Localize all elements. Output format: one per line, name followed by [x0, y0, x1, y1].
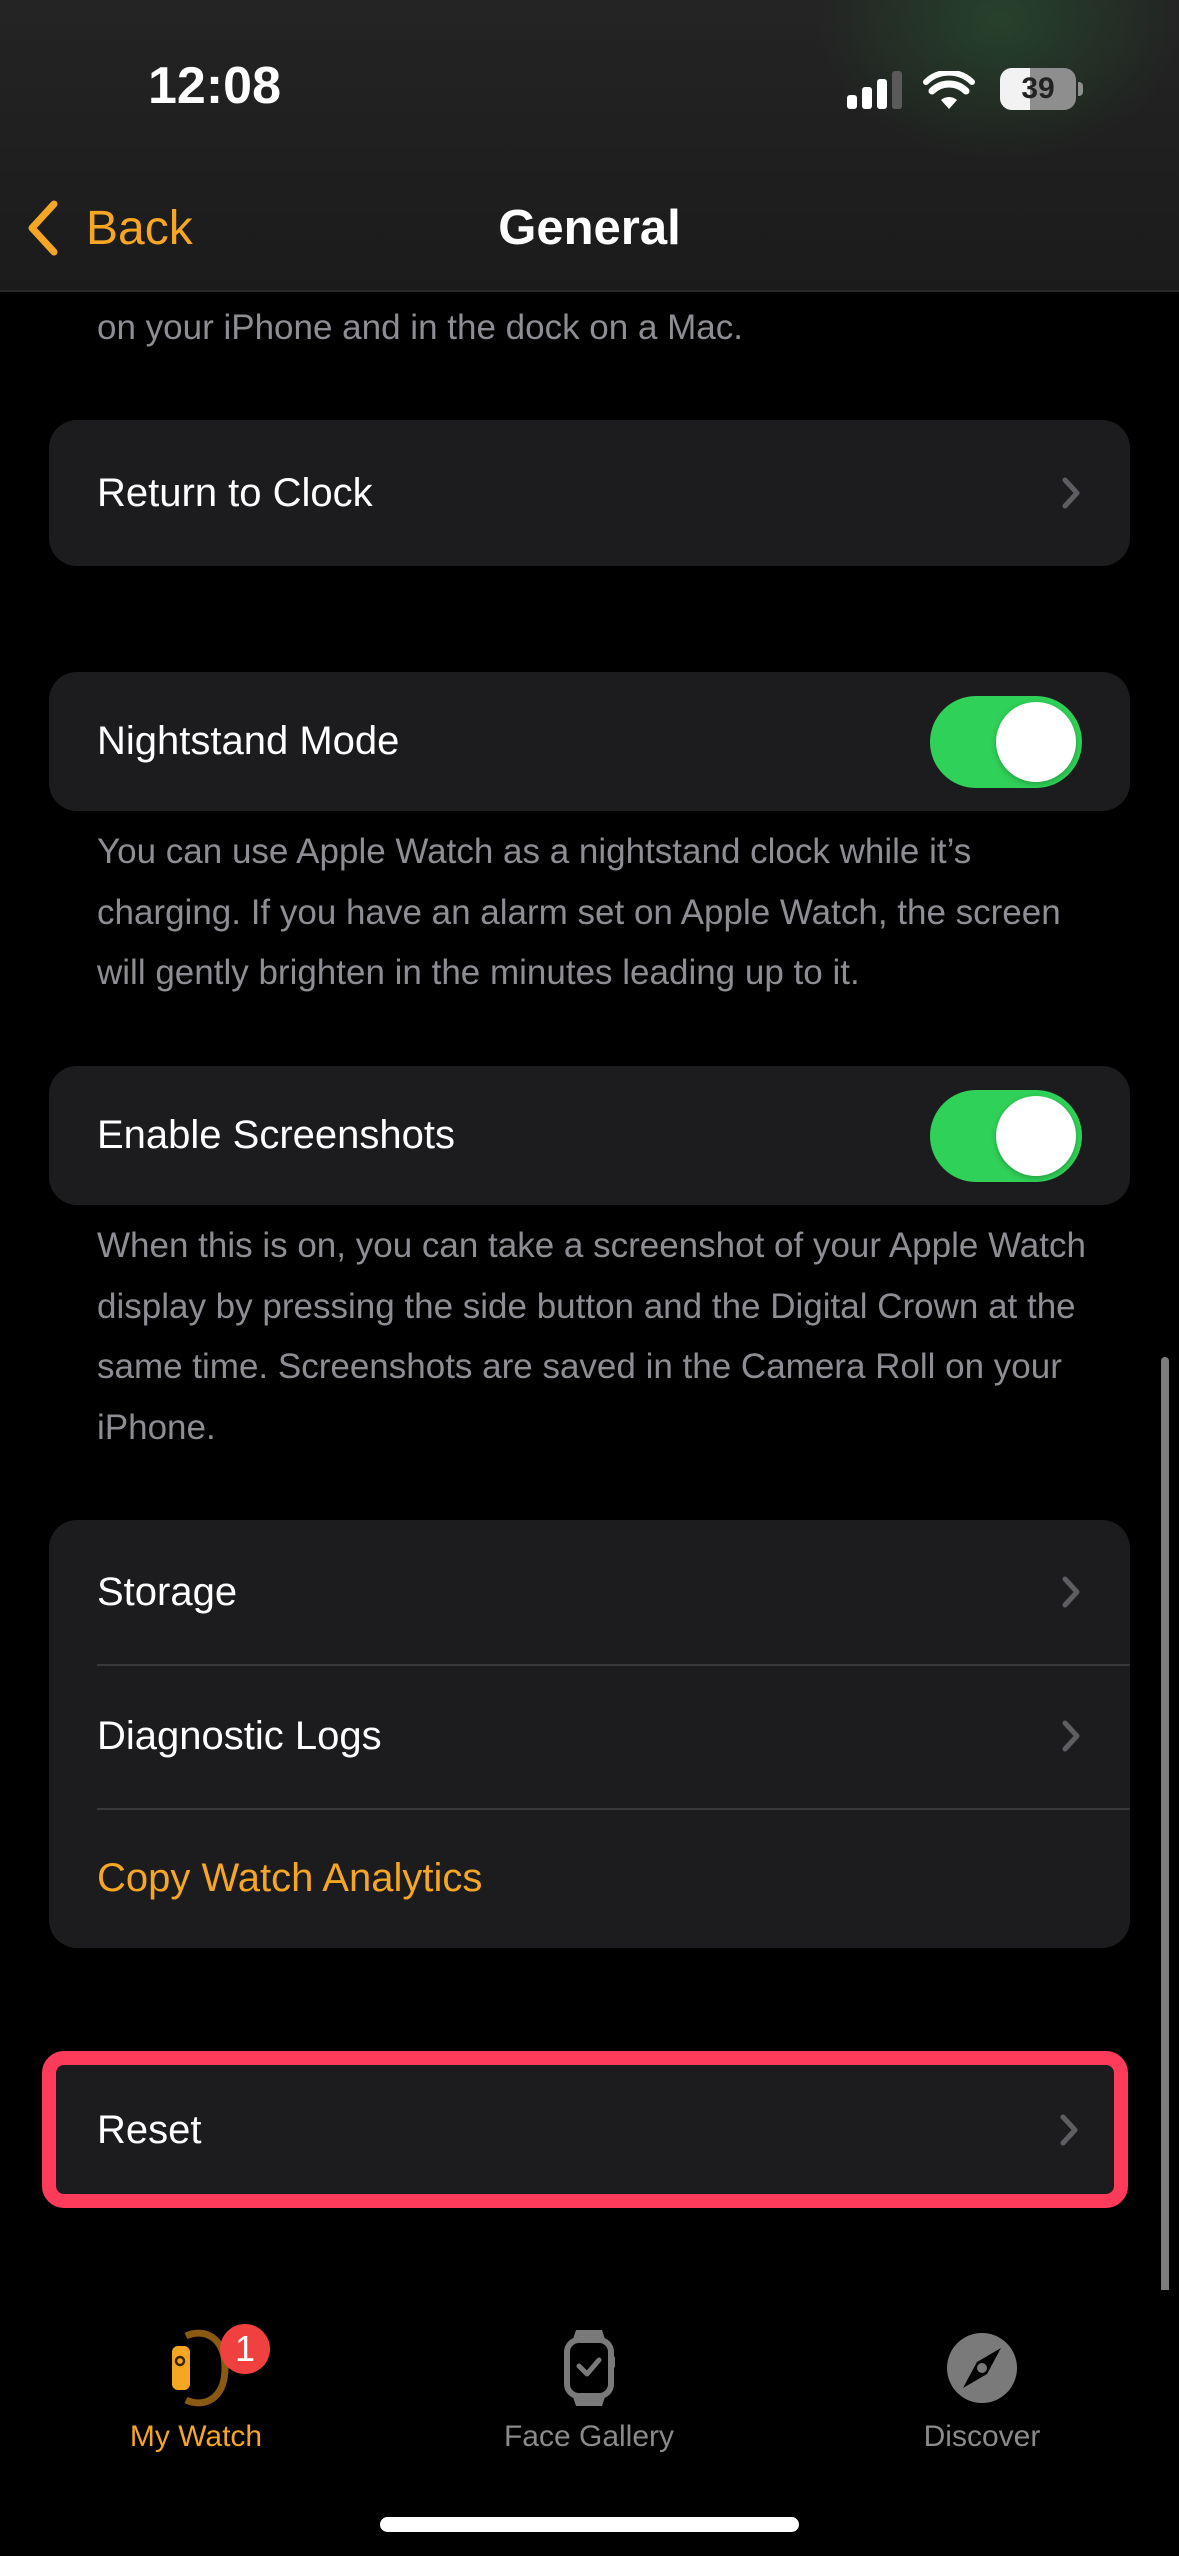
home-indicator[interactable] [380, 2517, 799, 2532]
chevron-right-icon [1062, 1720, 1080, 1752]
return-to-clock-card: Return to Clock [49, 420, 1130, 566]
storage-row[interactable]: Storage [49, 1520, 1130, 1664]
cellular-signal-icon [843, 69, 905, 109]
vertical-scrollbar[interactable] [1161, 1357, 1169, 2297]
tab-my-watch[interactable]: 1 My Watch [46, 2316, 346, 2466]
battery-percent: 39 [1021, 72, 1055, 105]
compass-icon [947, 2333, 1017, 2403]
page-title: General [498, 201, 681, 255]
return-to-clock-label: Return to Clock [97, 470, 373, 515]
tab-label: My Watch [129, 2420, 263, 2453]
diagnostic-logs-label: Diagnostic Logs [97, 1713, 382, 1758]
return-to-clock-row[interactable]: Return to Clock [49, 420, 1130, 566]
watch-face-icon [564, 2330, 615, 2406]
tab-face-gallery[interactable]: Face Gallery [439, 2316, 739, 2466]
diagnostics-group-card: Storage Diagnostic Logs Copy Watch Analy… [49, 1520, 1130, 1948]
reset-card: Reset [56, 2065, 1114, 2195]
enable-screenshots-card: Enable Screenshots [49, 1066, 1130, 1205]
settings-content: on your iPhone and in the dock on a Mac.… [0, 292, 1179, 2272]
screen: 12:08 39 Back General on your iPhone and… [0, 0, 1179, 2556]
tab-discover[interactable]: Discover [832, 2316, 1132, 2466]
status-icons: 39 [843, 65, 1083, 113]
section-footer-top: on your iPhone and in the dock on a Mac. [97, 308, 743, 347]
wifi-icon [923, 71, 975, 109]
chevron-right-icon [1062, 1576, 1080, 1608]
reset-label: Reset [97, 2107, 202, 2152]
storage-label: Storage [97, 1569, 238, 1614]
nightstand-mode-label: Nightstand Mode [97, 719, 400, 763]
diagnostic-logs-row[interactable]: Diagnostic Logs [49, 1664, 1130, 1808]
nightstand-mode-toggle[interactable] [930, 695, 1082, 788]
copy-watch-analytics-label: Copy Watch Analytics [97, 1855, 483, 1900]
enable-screenshots-row: Enable Screenshots [49, 1066, 1130, 1205]
tab-label: Discover [923, 2420, 1041, 2453]
battery-icon: 39 [1000, 68, 1084, 110]
enable-screenshots-label: Enable Screenshots [97, 1113, 456, 1157]
chevron-right-icon [1062, 477, 1080, 509]
tab-label: Face Gallery [503, 2420, 675, 2453]
status-time: 12:08 [148, 57, 281, 115]
copy-watch-analytics-button[interactable]: Copy Watch Analytics [49, 1808, 1130, 1948]
reset-row[interactable]: Reset [56, 2065, 1114, 2195]
enable-screenshots-footer: When this is on, you can take a screensh… [97, 1226, 1086, 1447]
notification-badge: 1 [220, 2324, 270, 2374]
navigation-header: 12:08 39 Back General [0, 0, 1179, 292]
chevron-right-icon [1060, 2114, 1078, 2146]
enable-screenshots-toggle[interactable] [930, 1089, 1082, 1182]
nightstand-mode-footer: You can use Apple Watch as a nightstand … [97, 832, 1061, 992]
nightstand-mode-row: Nightstand Mode [49, 672, 1130, 811]
toggle-knob [996, 1095, 1076, 1176]
toggle-knob [996, 701, 1076, 782]
nightstand-mode-card: Nightstand Mode [49, 672, 1130, 811]
